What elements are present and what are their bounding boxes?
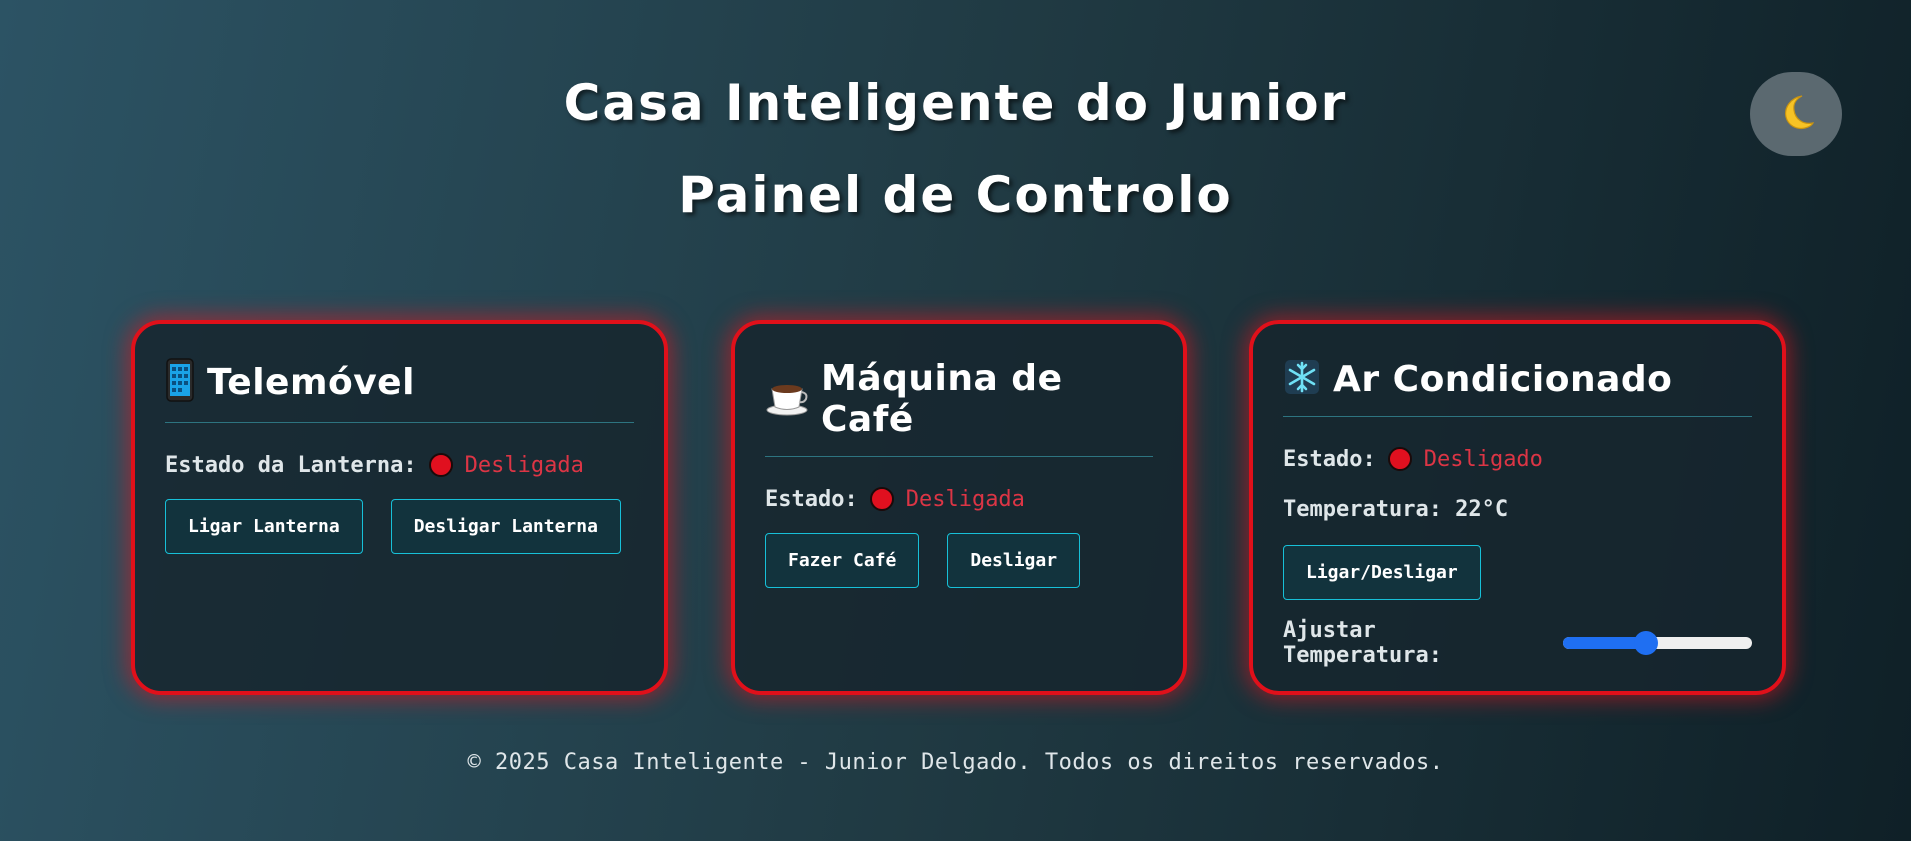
ac-toggle-button[interactable]: Ligar/Desligar bbox=[1283, 545, 1481, 600]
page-subtitle: Painel de Controlo bbox=[678, 166, 1233, 224]
status-label: Estado: bbox=[1283, 446, 1376, 472]
coffee-status: Estado: Desligada bbox=[765, 483, 1153, 515]
theme-toggle-button[interactable] bbox=[1750, 72, 1842, 156]
flashlight-status: Estado da Lanterna: Desligada bbox=[165, 449, 634, 481]
card-title: Telemóvel bbox=[207, 361, 415, 403]
card-header: Ar Condicionado bbox=[1283, 358, 1752, 417]
flashlight-off-button[interactable]: Desligar Lanterna bbox=[390, 499, 621, 554]
air-conditioner-card: Ar Condicionado Estado: Desligado Temper… bbox=[1249, 320, 1786, 695]
moon-icon bbox=[1776, 92, 1816, 136]
temperature-slider[interactable] bbox=[1563, 631, 1752, 655]
card-title: Ar Condicionado bbox=[1333, 358, 1673, 400]
status-value: Desligada bbox=[905, 486, 1025, 512]
coffee-off-button[interactable]: Desligar bbox=[947, 533, 1081, 588]
card-header: Telemóvel bbox=[165, 358, 634, 423]
status-indicator bbox=[1387, 447, 1412, 471]
make-coffee-button[interactable]: Fazer Café bbox=[765, 533, 920, 588]
status-label: Estado da Lanterna: bbox=[165, 452, 417, 478]
phone-card: Telemóvel Estado da Lanterna: Desligada … bbox=[131, 320, 668, 695]
page-title: Casa Inteligente do Junior bbox=[563, 74, 1348, 132]
status-indicator bbox=[869, 487, 894, 511]
slider-label: Ajustar Temperatura: bbox=[1283, 618, 1442, 668]
slider-thumb[interactable] bbox=[1634, 631, 1659, 655]
flashlight-on-button[interactable]: Ligar Lanterna bbox=[165, 499, 363, 554]
ac-status: Estado: Desligado bbox=[1283, 443, 1752, 475]
status-value: Desligada bbox=[464, 452, 584, 478]
snowflake-icon bbox=[1283, 358, 1321, 400]
coffee-cup-icon bbox=[765, 377, 809, 421]
temperature-slider-row: Ajustar Temperatura: bbox=[1283, 618, 1752, 668]
footer-copyright: © 2025 Casa Inteligente - Junior Delgado… bbox=[467, 750, 1444, 775]
status-label: Estado: bbox=[765, 486, 858, 512]
status-value: Desligado bbox=[1423, 446, 1543, 472]
mobile-phone-icon bbox=[165, 358, 195, 406]
card-header: Máquina de Café bbox=[765, 358, 1153, 457]
coffee-machine-card: Máquina de Café Estado: Desligada Fazer … bbox=[731, 320, 1187, 695]
temperature-readout: Temperatura: 22°C bbox=[1283, 496, 1509, 522]
status-indicator bbox=[428, 453, 453, 477]
card-title: Máquina de Café bbox=[821, 358, 1063, 440]
